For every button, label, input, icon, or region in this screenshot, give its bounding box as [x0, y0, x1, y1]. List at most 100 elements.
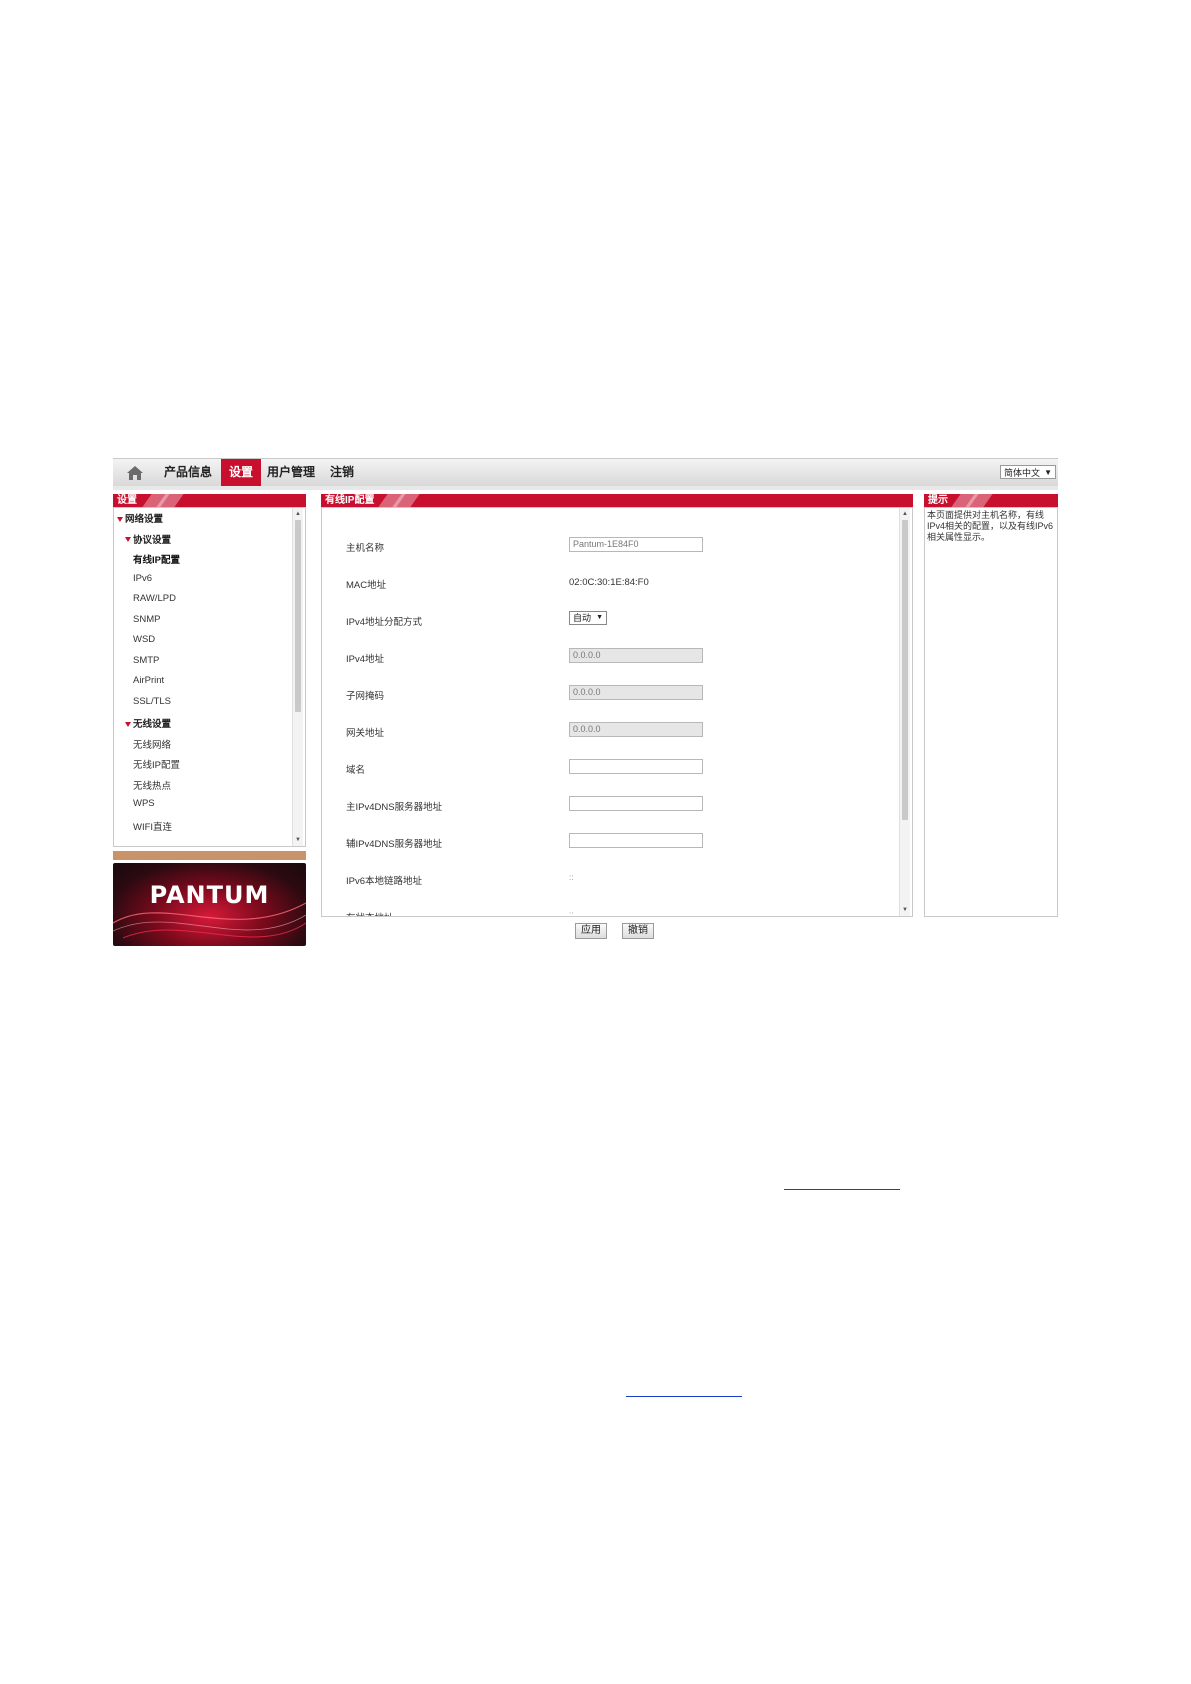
- sidebar-tree-label: WSD: [133, 634, 156, 645]
- sidebar-tree-item[interactable]: WSD: [133, 634, 155, 645]
- sidebar-tree-item[interactable]: SNMP: [133, 614, 160, 625]
- form-row: 域名: [322, 758, 897, 778]
- scroll-thumb[interactable]: [295, 520, 301, 712]
- sidebar-tree-item[interactable]: SSL/TLS: [133, 696, 171, 707]
- sidebar-divider: [113, 851, 306, 860]
- form-scrollbar[interactable]: ▲ ▼: [899, 508, 910, 916]
- sidebar-tree-label: RAW/LPD: [133, 593, 176, 604]
- scroll-thumb[interactable]: [902, 520, 908, 820]
- sidebar-tree-item[interactable]: 无线热点: [133, 778, 171, 792]
- main-form-panel: 主机名称 Pantum-1E84F0 MAC地址 02:0C:30:1E:84:F0 I…: [321, 507, 913, 917]
- field-label: MAC地址: [346, 580, 387, 591]
- sidebar-header: 设置: [113, 494, 306, 507]
- language-value: 简体中文: [1004, 468, 1041, 478]
- scroll-up-icon[interactable]: ▲: [293, 510, 303, 518]
- nav-settings[interactable]: 设置: [221, 459, 261, 486]
- ipv4-method-select[interactable]: 自动 ▼: [569, 611, 607, 625]
- nav-underline: [113, 486, 1058, 490]
- language-select[interactable]: 简体中文 ▼: [1000, 465, 1056, 479]
- logo-text: PANTUM: [149, 881, 270, 909]
- sidebar-tree-item[interactable]: 无线IP配置: [133, 757, 180, 771]
- sidebar-tree-label: 协议设置: [133, 534, 172, 546]
- cancel-button[interactable]: 撤销: [622, 923, 654, 939]
- field-label: IPv4地址: [346, 654, 385, 665]
- form-row: IPv4地址 0.0.0.0: [322, 647, 897, 667]
- form-row: MAC地址 02:0C:30:1E:84:F0: [322, 573, 897, 593]
- hint-text: 本页面提供对主机名称，有线IPv4相关的配置，以及有线IPv6相关属性显示。: [927, 510, 1054, 542]
- field-input: 0.0.0.0: [569, 685, 703, 700]
- chevron-down-icon: ▼: [596, 614, 603, 621]
- apply-button[interactable]: 应用: [575, 923, 607, 939]
- sidebar-tree-item[interactable]: 有线IP配置: [133, 552, 180, 566]
- expand-triangle-icon: [125, 537, 131, 543]
- field-label: 辅IPv4DNS服务器地址: [346, 839, 443, 850]
- ip-config-form: 主机名称 Pantum-1E84F0 MAC地址 02:0C:30:1E:84:F0 I…: [322, 508, 897, 916]
- hint-title: 提示: [928, 495, 948, 506]
- form-row: IPv4地址分配方式 自动 ▼: [322, 610, 897, 630]
- sidebar-tree-label: WPS: [133, 798, 155, 809]
- field-label: 子网掩码: [346, 691, 385, 702]
- sidebar-tree-label: SMTP: [133, 654, 160, 666]
- field-label: 网关地址: [346, 728, 385, 739]
- form-row: 主机名称 Pantum-1E84F0: [322, 536, 897, 556]
- pantum-logo: PANTUM: [113, 863, 306, 946]
- form-row: 辅IPv4DNS服务器地址: [322, 832, 897, 852]
- nav-logout[interactable]: 注销: [330, 459, 360, 486]
- settings-tree: 网络设置协议设置有线IP配置 IPv6 RAW/LPD SNMP WSD SMTP AirP…: [117, 511, 289, 841]
- nav-product-info[interactable]: 产品信息: [164, 459, 216, 486]
- form-row: 主IPv4DNS服务器地址: [322, 795, 897, 815]
- field-input: 0.0.0.0: [569, 722, 703, 737]
- field-label: 域名: [346, 765, 366, 776]
- hint-panel: 本页面提供对主机名称，有线IPv4相关的配置，以及有线IPv6相关属性显示。: [924, 507, 1058, 917]
- sidebar-tree-label: SSL/TLS: [133, 695, 172, 707]
- sidebar-tree-label: AirPrint: [133, 675, 165, 686]
- field-input[interactable]: Pantum-1E84F0: [569, 537, 703, 552]
- scroll-up-icon[interactable]: ▲: [900, 510, 910, 518]
- hyperlink-underline[interactable]: [784, 1189, 900, 1190]
- sidebar-tree-item[interactable]: SMTP: [133, 655, 159, 666]
- expand-triangle-icon: [125, 721, 131, 727]
- field-value: 02:0C:30:1E:84:F0: [569, 577, 649, 588]
- sidebar-tree-item[interactable]: WIFI直连: [133, 819, 172, 833]
- field-input[interactable]: [569, 796, 703, 811]
- sidebar-tree-label: IPv6: [133, 572, 153, 584]
- main-header: 有线IP配置: [321, 494, 913, 507]
- field-input[interactable]: [569, 833, 703, 848]
- scroll-down-icon[interactable]: ▼: [293, 836, 303, 844]
- hyperlink-underline[interactable]: [626, 1396, 742, 1397]
- expand-triangle-icon: [117, 516, 123, 522]
- sidebar-tree-label: 网络设置: [125, 514, 164, 525]
- field-label: 有状态地址: [346, 910, 394, 916]
- hint-header: 提示: [924, 494, 1058, 507]
- sidebar-tree-label: 无线网络: [133, 739, 172, 751]
- sidebar-tree-label: 有线IP配置: [133, 555, 180, 566]
- sidebar-scrollbar[interactable]: ▲ ▼: [292, 508, 303, 846]
- sidebar-tree-item[interactable]: 无线网络: [133, 737, 171, 751]
- sidebar-tree-item[interactable]: 无线设置: [125, 716, 171, 730]
- sidebar-tree-label: 无线热点: [133, 780, 172, 792]
- form-row: 有状态地址::: [322, 906, 897, 916]
- form-row: 网关地址 0.0.0.0: [322, 721, 897, 741]
- field-value: ::: [569, 910, 574, 916]
- field-label: 主机名称: [346, 543, 385, 554]
- sidebar-tree-item[interactable]: RAW/LPD: [133, 593, 176, 604]
- sidebar-tree-item[interactable]: AirPrint: [133, 675, 164, 686]
- scroll-down-icon[interactable]: ▼: [900, 906, 910, 914]
- select-value: 自动: [573, 613, 592, 623]
- field-label: 主IPv4DNS服务器地址: [346, 802, 443, 813]
- top-nav: 产品信息 设置 用户管理 注销 简体中文 ▼: [113, 458, 1058, 487]
- sidebar-tree-label: 无线设置: [133, 719, 172, 730]
- sidebar-tree-item[interactable]: 网络设置: [117, 511, 163, 525]
- main-title: 有线IP配置: [325, 495, 375, 506]
- field-value: ::: [569, 873, 574, 882]
- nav-user-management[interactable]: 用户管理: [267, 459, 319, 486]
- home-icon[interactable]: [127, 466, 143, 480]
- sidebar-tree-item[interactable]: 协议设置: [125, 532, 171, 546]
- sidebar-tree-item[interactable]: WPS: [133, 798, 155, 809]
- field-label: IPv6本地链路地址: [346, 876, 423, 887]
- sidebar-tree-item[interactable]: IPv6: [133, 573, 152, 584]
- field-input[interactable]: [569, 759, 703, 774]
- sidebar-tree-label: SNMP: [133, 613, 161, 625]
- sidebar-tree-label: 无线IP配置: [133, 760, 180, 771]
- chevron-down-icon: ▼: [1044, 468, 1052, 477]
